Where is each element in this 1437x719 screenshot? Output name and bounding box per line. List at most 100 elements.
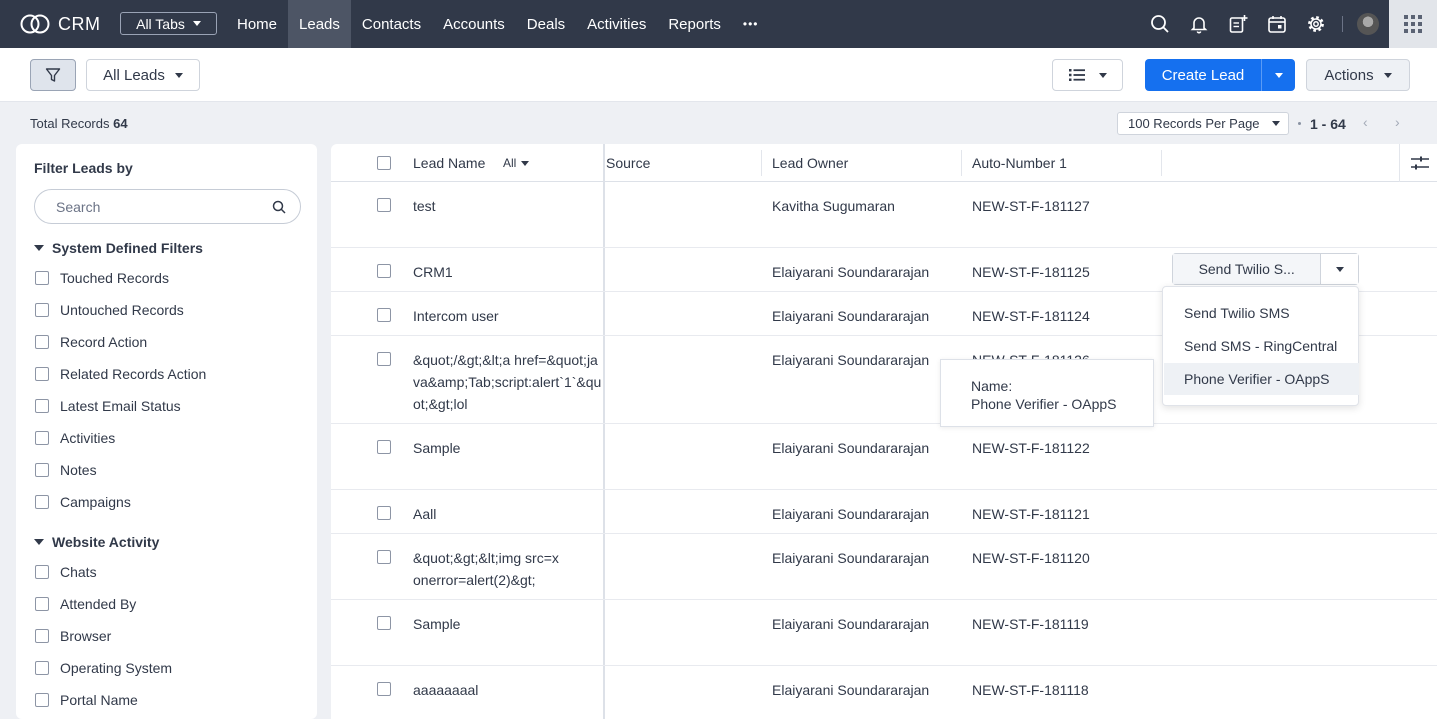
row-checkbox[interactable] (377, 352, 391, 366)
lead-name-cell[interactable]: aaaaaaaal (413, 679, 603, 701)
filter-search-input[interactable]: Search (34, 189, 301, 224)
lead-name-cell[interactable]: &quot;&gt;&lt;img src=x onerror=alert(2)… (413, 547, 588, 591)
column-header-source[interactable]: Source (606, 155, 650, 171)
nav-item-contacts[interactable]: Contacts (351, 0, 432, 48)
row-checkbox[interactable] (377, 440, 391, 454)
column-header-lead-owner[interactable]: Lead Owner (772, 155, 848, 171)
nav-item-home[interactable]: Home (226, 0, 288, 48)
nav-item-accounts[interactable]: Accounts (432, 0, 516, 48)
row-checkbox[interactable] (377, 616, 391, 630)
settings-icon[interactable] (1303, 12, 1328, 37)
checkbox[interactable] (35, 661, 49, 675)
select-all-checkbox[interactable] (377, 156, 391, 170)
filter-item-label: Touched Records (60, 270, 169, 286)
row-action-dropdown-button[interactable] (1321, 254, 1358, 284)
filter-item-attended-by[interactable]: Attended By (35, 596, 136, 612)
column-header-auto-number[interactable]: Auto-Number 1 (972, 155, 1067, 171)
checkbox[interactable] (35, 693, 49, 707)
menu-item-send-twilio-sms[interactable]: Send Twilio SMS (1164, 297, 1359, 329)
filter-section-website-activity[interactable]: Website Activity (34, 534, 159, 550)
lead-name-cell[interactable]: test (413, 195, 603, 217)
row-checkbox[interactable] (377, 506, 391, 520)
chevron-down-icon (521, 160, 530, 166)
filter-item-campaigns[interactable]: Campaigns (35, 494, 131, 510)
table-row[interactable]: Aall Elaiyarani Soundararajan NEW-ST-F-1… (331, 490, 1437, 534)
separator-dot (1298, 122, 1301, 125)
filter-item-chats[interactable]: Chats (35, 564, 97, 580)
filter-item-portal-name[interactable]: Portal Name (35, 692, 138, 708)
lead-name-cell[interactable]: Sample (413, 613, 603, 635)
nav-item-leads[interactable]: Leads (288, 0, 351, 48)
filter-item-related-records-action[interactable]: Related Records Action (35, 366, 206, 382)
table-row[interactable]: Sample Elaiyarani Soundararajan NEW-ST-F… (331, 600, 1437, 666)
table-row[interactable]: &quot;&gt;&lt;img src=x onerror=alert(2)… (331, 534, 1437, 600)
crm-logo[interactable]: CRM (20, 12, 101, 36)
menu-item-phone-verifier[interactable]: Phone Verifier - OAppS (1164, 363, 1359, 395)
nav-item-deals[interactable]: Deals (516, 0, 576, 48)
filter-item-activities[interactable]: Activities (35, 430, 115, 446)
lead-name-cell[interactable]: Intercom user (413, 305, 603, 327)
avatar[interactable] (1357, 13, 1379, 35)
lead-name-filter-label: All (503, 156, 517, 170)
row-checkbox[interactable] (377, 682, 391, 696)
view-selector-dropdown[interactable]: All Leads (86, 59, 200, 91)
create-lead-dropdown-button[interactable] (1261, 59, 1295, 91)
row-checkbox[interactable] (377, 550, 391, 564)
calendar-icon[interactable] (1264, 12, 1289, 37)
checkbox[interactable] (35, 335, 49, 349)
app-grid-button[interactable] (1389, 0, 1437, 48)
nav-item-reports[interactable]: Reports (657, 0, 732, 48)
column-header-lead-name[interactable]: Lead Name (413, 155, 485, 171)
row-checkbox[interactable] (377, 264, 391, 278)
lead-name-cell[interactable]: Aall (413, 503, 603, 525)
lead-name-cell[interactable]: Sample (413, 437, 603, 459)
checkbox[interactable] (35, 399, 49, 413)
lead-name-cell[interactable]: &quot;/&gt;&lt;a href=&quot;java&amp;Tab… (413, 349, 603, 415)
table-row[interactable]: test Kavitha Sugumaran NEW-ST-F-181127 (331, 182, 1437, 248)
nav-item-activities[interactable]: Activities (576, 0, 657, 48)
filter-item-latest-email-status[interactable]: Latest Email Status (35, 398, 181, 414)
search-icon[interactable] (1147, 12, 1172, 37)
list-view-toggle[interactable] (1052, 59, 1123, 91)
menu-item-send-sms-ringcentral[interactable]: Send SMS - RingCentral (1164, 330, 1359, 362)
checkbox[interactable] (35, 303, 49, 317)
create-lead-split-button: Create Lead (1145, 59, 1295, 91)
filter-section-system-defined[interactable]: System Defined Filters (34, 240, 203, 256)
filter-item-browser[interactable]: Browser (35, 628, 111, 644)
column-settings-icon[interactable] (1411, 155, 1429, 171)
checkbox[interactable] (35, 629, 49, 643)
add-note-icon[interactable] (1225, 12, 1250, 37)
lead-name-filter-dropdown[interactable]: All (503, 156, 530, 170)
table-row[interactable]: Sample Elaiyarani Soundararajan NEW-ST-F… (331, 424, 1437, 490)
checkbox[interactable] (35, 495, 49, 509)
send-twilio-button[interactable]: Send Twilio S... (1173, 254, 1322, 284)
filter-item-notes[interactable]: Notes (35, 462, 97, 478)
checkbox[interactable] (35, 431, 49, 445)
nav-more-button[interactable]: ••• (732, 0, 770, 48)
actions-label: Actions (1324, 66, 1374, 84)
table-row[interactable]: aaaaaaaal Elaiyarani Soundararajan NEW-S… (331, 666, 1437, 719)
bell-icon[interactable] (1186, 12, 1211, 37)
filter-item-label: Browser (60, 628, 112, 644)
filter-item-touched-records[interactable]: Touched Records (35, 270, 169, 286)
checkbox[interactable] (35, 565, 49, 579)
filter-toggle-button[interactable] (30, 59, 76, 91)
row-checkbox[interactable] (377, 198, 391, 212)
filter-item-untouched-records[interactable]: Untouched Records (35, 302, 184, 318)
checkbox[interactable] (35, 597, 49, 611)
filter-item-record-action[interactable]: Record Action (35, 334, 147, 350)
lead-name-cell[interactable]: CRM1 (413, 261, 603, 283)
next-page-button[interactable]: › (1395, 114, 1400, 130)
records-per-page-dropdown[interactable]: 100 Records Per Page (1117, 112, 1289, 135)
row-checkbox[interactable] (377, 308, 391, 322)
actions-dropdown[interactable]: Actions (1306, 59, 1410, 91)
prev-page-button[interactable]: ‹ (1363, 114, 1368, 130)
filter-item-operating-system[interactable]: Operating System (35, 660, 172, 676)
create-lead-button[interactable]: Create Lead (1145, 59, 1261, 91)
all-tabs-dropdown[interactable]: All Tabs (120, 12, 217, 35)
checkbox[interactable] (35, 463, 49, 477)
lead-owner-cell: Elaiyarani Soundararajan (772, 616, 930, 632)
checkbox[interactable] (35, 271, 49, 285)
checkbox[interactable] (35, 367, 49, 381)
row-action-menu: Send Twilio SMS Send SMS - RingCentral P… (1162, 286, 1359, 406)
